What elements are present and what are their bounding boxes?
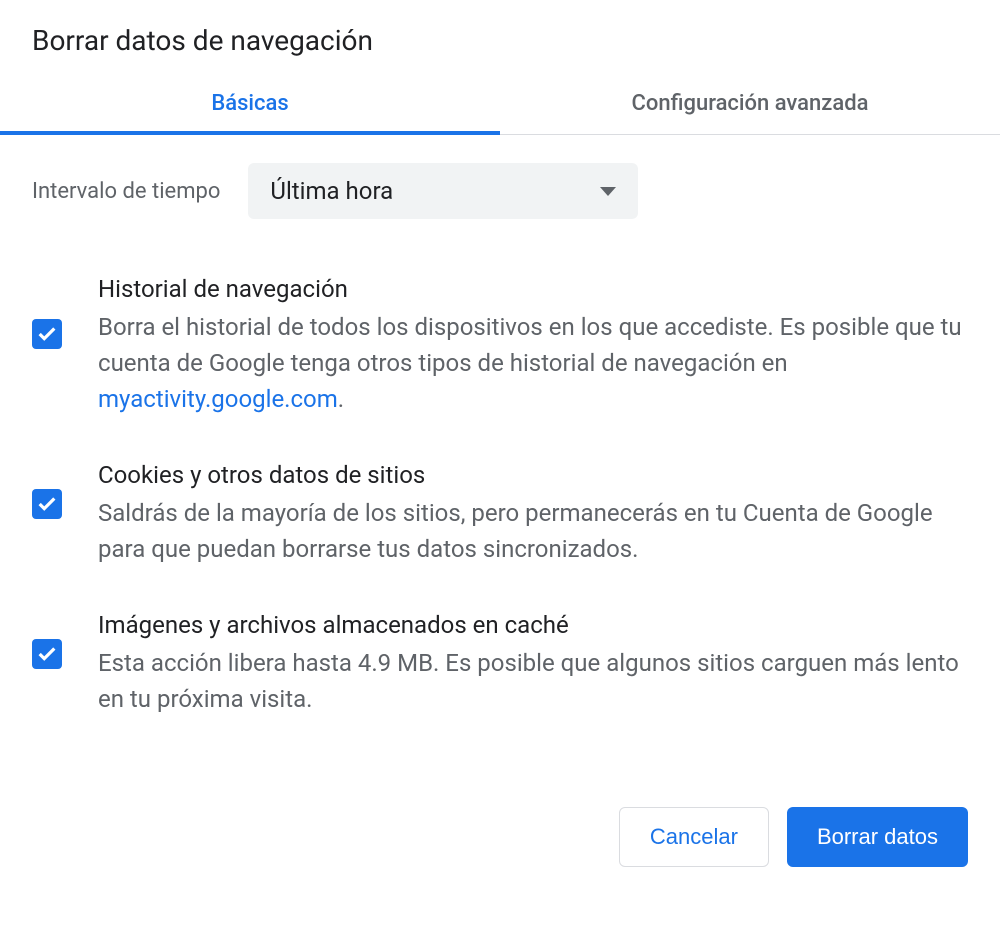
option-cache-desc: Esta acción libera hasta 4.9 MB. Es posi… <box>98 645 968 717</box>
check-icon <box>36 643 58 665</box>
tab-basic[interactable]: Básicas <box>0 73 500 134</box>
checkbox-wrapper-history <box>32 275 62 349</box>
option-cookies: Cookies y otros datos de sitios Saldrás … <box>32 461 968 567</box>
checkbox-wrapper-cookies <box>32 461 62 519</box>
dialog-footer: Cancelar Borrar datos <box>0 787 1000 891</box>
checkbox-wrapper-cache <box>32 611 62 669</box>
tab-advanced-label: Configuración avanzada <box>632 91 869 116</box>
checkbox-cookies[interactable] <box>32 489 62 519</box>
option-cache-text: Imágenes y archivos almacenados en caché… <box>98 611 968 717</box>
option-cache: Imágenes y archivos almacenados en caché… <box>32 611 968 717</box>
option-cookies-desc: Saldrás de la mayoría de los sitios, per… <box>98 495 968 567</box>
option-cache-title: Imágenes y archivos almacenados en caché <box>98 611 968 639</box>
cancel-button[interactable]: Cancelar <box>619 807 769 867</box>
tab-advanced[interactable]: Configuración avanzada <box>500 73 1000 134</box>
tabs-container: Básicas Configuración avanzada <box>0 73 1000 135</box>
dialog-title: Borrar datos de navegación <box>0 0 1000 73</box>
option-history-desc: Borra el historial de todos los disposit… <box>98 309 968 417</box>
check-icon <box>36 323 58 345</box>
clear-data-button[interactable]: Borrar datos <box>787 807 968 867</box>
time-range-select[interactable]: Última hora <box>248 163 638 219</box>
dialog-content: Intervalo de tiempo Última hora Historia… <box>0 135 1000 717</box>
myactivity-link[interactable]: myactivity.google.com <box>98 385 338 413</box>
time-range-label: Intervalo de tiempo <box>32 179 220 204</box>
checkbox-history[interactable] <box>32 319 62 349</box>
option-history-desc-part2: . <box>338 385 344 413</box>
time-range-value: Última hora <box>270 177 393 205</box>
checkbox-cache[interactable] <box>32 639 62 669</box>
option-history: Historial de navegación Borra el histori… <box>32 275 968 417</box>
option-history-title: Historial de navegación <box>98 275 968 303</box>
tab-basic-label: Básicas <box>211 91 288 116</box>
check-icon <box>36 493 58 515</box>
option-history-desc-part1: Borra el historial de todos los disposit… <box>98 313 962 377</box>
option-cookies-text: Cookies y otros datos de sitios Saldrás … <box>98 461 968 567</box>
option-history-text: Historial de navegación Borra el histori… <box>98 275 968 417</box>
chevron-down-icon <box>600 187 616 196</box>
clear-browsing-data-dialog: Borrar datos de navegación Básicas Confi… <box>0 0 1000 891</box>
time-range-row: Intervalo de tiempo Última hora <box>32 163 968 219</box>
option-cookies-title: Cookies y otros datos de sitios <box>98 461 968 489</box>
